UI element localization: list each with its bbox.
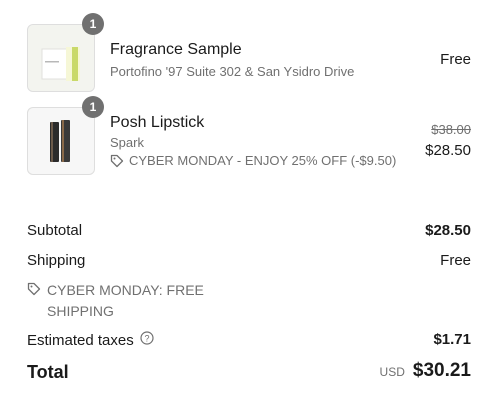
shipping-discount-line1: CYBER MONDAY: FREE <box>47 282 204 298</box>
taxes-label: Estimated taxes <box>27 331 134 349</box>
currency-code: USD <box>379 365 405 379</box>
product-price: Free <box>440 51 471 68</box>
product-discount: CYBER MONDAY - ENJOY 25% OFF (-$9.50) <box>110 153 396 168</box>
lipstick-image <box>28 108 94 174</box>
taxes-row: Estimated taxes ? <box>27 331 154 349</box>
discount-label: CYBER MONDAY - ENJOY 25% OFF (-$9.50) <box>129 153 397 168</box>
subtotal-label: Subtotal <box>27 222 83 239</box>
shipping-discount: CYBER MONDAY: FREE SHIPPING <box>27 280 204 322</box>
product-image-lipstick: 1 <box>27 96 104 175</box>
subtotal-value: $28.50 <box>425 222 471 239</box>
taxes-value: $1.71 <box>433 331 471 348</box>
total-value: $30.21 <box>412 360 471 381</box>
product-price: $28.50 <box>425 142 471 159</box>
product-image-fragrance: 1 <box>27 13 104 92</box>
shipping-label: Shipping <box>27 252 86 269</box>
product-name: Fragrance Sample <box>110 41 242 58</box>
product-name: Posh Lipstick <box>110 114 205 131</box>
fragrance-box-image <box>28 25 94 91</box>
help-icon[interactable]: ? <box>140 331 154 349</box>
quantity-badge: 1 <box>82 96 104 118</box>
total-label: Total <box>27 362 69 382</box>
tag-icon <box>27 280 41 322</box>
quantity-badge: 1 <box>82 13 104 35</box>
product-variant: Portofino '97 Suite 302 & San Ysidro Dri… <box>110 64 355 79</box>
product-variant: Spark <box>110 135 144 150</box>
tag-icon <box>110 154 124 168</box>
shipping-discount-line2: SHIPPING <box>47 303 114 319</box>
total-amount: USD $30.21 <box>380 360 471 382</box>
original-price: $38.00 <box>431 122 471 137</box>
svg-text:?: ? <box>144 334 149 344</box>
shipping-value: Free <box>440 252 471 269</box>
